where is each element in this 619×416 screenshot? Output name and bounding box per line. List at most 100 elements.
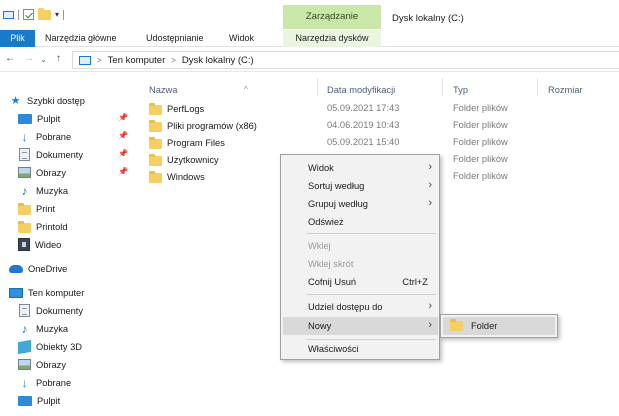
file-type: Folder plików	[453, 103, 508, 113]
pictures-icon	[18, 359, 31, 370]
file-date: 04.06.2019 10:43	[327, 120, 400, 130]
nav-item-label: Printold	[36, 221, 68, 232]
tab-share[interactable]: Udostępnianie	[146, 30, 204, 47]
nav-quick-access[interactable]: ★ Szybki dostęp	[9, 91, 85, 110]
menu-item-label: Wklej skrót	[308, 259, 354, 269]
table-row[interactable]: PerfLogs 05.09.2021 17:43 Folder plików	[149, 101, 619, 118]
folder-icon	[149, 154, 162, 166]
table-row[interactable]: Pliki programów (x86) 04.06.2019 10:43 F…	[149, 118, 619, 135]
folder-icon	[149, 137, 162, 149]
table-row[interactable]: Program Files 05.09.2021 15:40 Folder pl…	[149, 135, 619, 152]
menu-item-refresh[interactable]: Odśwież	[283, 213, 438, 231]
nav-pc-desktop[interactable]: Pulpit	[18, 391, 60, 410]
nav-pc-pictures[interactable]: Obrazy	[18, 355, 66, 374]
column-header-type[interactable]: Typ	[453, 85, 468, 95]
folder-icon	[149, 171, 162, 183]
pin-icon: 📌	[118, 113, 128, 122]
breadcrumb-local-disk[interactable]: Dysk lokalny (C:)	[182, 55, 254, 66]
nav-printold[interactable]: Printold	[18, 217, 68, 236]
menu-item-new[interactable]: Nowy ›	[283, 317, 438, 335]
column-header-name[interactable]: Nazwa ^	[149, 85, 248, 95]
menu-item-undo-delete[interactable]: Cofnij Usuń Ctrl+Z	[283, 273, 438, 291]
menu-item-label: Wklej	[308, 241, 331, 251]
nav-item-label: Obrazy	[36, 167, 66, 178]
tab-drive-tools[interactable]: Narzędzia dysków	[283, 30, 381, 47]
nav-item-label: Print	[36, 203, 56, 214]
menu-item-paste-shortcut[interactable]: Wklej skrót	[283, 255, 438, 273]
nav-videos[interactable]: Wideo	[18, 235, 61, 254]
column-divider[interactable]	[537, 78, 538, 96]
nav-pictures[interactable]: Obrazy	[18, 163, 66, 182]
ribbon-tab-bar: Plik Narzędzia główne Udostępnianie Wido…	[0, 30, 619, 47]
up-arrow-icon[interactable]: ↑	[56, 53, 61, 64]
nav-pc-documents[interactable]: Dokumenty	[18, 301, 83, 320]
music-icon: ♪	[21, 183, 28, 198]
nav-item-label: Wideo	[35, 239, 62, 250]
contextual-tab-group-header: Zarządzanie	[283, 5, 381, 29]
submenu-arrow-icon: ›	[428, 197, 432, 209]
folder-icon	[450, 319, 463, 331]
submenu-arrow-icon: ›	[428, 179, 432, 191]
file-type: Folder plików	[453, 171, 508, 181]
nav-onedrive[interactable]: OneDrive	[9, 259, 67, 278]
breadcrumb-this-pc[interactable]: Ten komputer	[108, 55, 166, 66]
folder-icon	[149, 103, 162, 115]
column-header-size[interactable]: Rozmiar	[548, 85, 583, 95]
file-name: PerfLogs	[167, 104, 205, 114]
back-arrow-icon[interactable]: ←	[5, 53, 15, 64]
sort-ascending-icon: ^	[244, 85, 248, 94]
tab-file[interactable]: Plik	[0, 30, 35, 47]
menu-item-properties[interactable]: Właściwości	[283, 340, 438, 358]
menu-item-label: Widok	[308, 163, 334, 173]
nav-item-label: Muzyka	[36, 185, 69, 196]
file-name: Pliki programów (x86)	[167, 121, 257, 131]
nav-this-pc[interactable]: Ten komputer	[9, 283, 84, 302]
menu-item-label: Grupuj według	[308, 199, 368, 209]
new-folder-icon[interactable]	[38, 7, 51, 20]
tab-view[interactable]: Widok	[229, 30, 254, 47]
file-name: Użytkownicy	[167, 155, 219, 165]
nav-print[interactable]: Print	[18, 199, 55, 218]
nav-downloads[interactable]: ↓ Pobrane	[18, 127, 72, 146]
customize-toolbar-dropdown-icon[interactable]: ▾	[55, 10, 59, 19]
computer-icon[interactable]	[3, 10, 14, 19]
menu-item-view[interactable]: Widok ›	[283, 159, 438, 177]
menu-item-label: Cofnij Usuń	[308, 277, 357, 287]
column-divider[interactable]	[442, 78, 443, 96]
forward-arrow-icon[interactable]: →	[24, 53, 34, 64]
breadcrumb-separator-icon[interactable]: >	[97, 56, 102, 65]
nav-pc-music[interactable]: ♪ Muzyka	[18, 319, 69, 338]
desktop-icon	[18, 395, 32, 406]
breadcrumb-separator-icon[interactable]: >	[171, 56, 176, 65]
tab-home[interactable]: Narzędzia główne	[45, 30, 117, 47]
menu-item-paste[interactable]: Wklej	[283, 237, 438, 255]
nav-pc-downloads[interactable]: ↓ Pobrane	[18, 373, 72, 392]
menu-item-give-access[interactable]: Udziel dostępu do ›	[283, 298, 438, 316]
nav-pc-3d-objects[interactable]: Obiekty 3D	[18, 337, 82, 356]
menu-item-group-by[interactable]: Grupuj według ›	[283, 195, 438, 213]
new-submenu: Folder	[440, 314, 558, 338]
navigation-pane: ★ Szybki dostęp Pulpit 📌 ↓ Pobrane 📌 Dok…	[0, 73, 137, 416]
column-divider[interactable]	[317, 78, 318, 96]
nav-item-label: OneDrive	[28, 263, 68, 274]
file-date: 05.09.2021 15:40	[327, 137, 400, 147]
nav-desktop[interactable]: Pulpit	[18, 109, 60, 128]
nav-item-label: Pobrane	[36, 131, 72, 142]
menu-item-label: Nowy	[308, 321, 332, 331]
address-box[interactable]: > Ten komputer > Dysk lokalny (C:)	[72, 51, 619, 69]
column-header-date[interactable]: Data modyfikacji	[327, 85, 395, 95]
menu-item-new-folder[interactable]: Folder	[443, 317, 555, 335]
nav-documents[interactable]: Dokumenty	[18, 145, 83, 164]
menu-separator	[306, 233, 436, 234]
properties-check-icon[interactable]	[23, 9, 34, 20]
recent-locations-chevron-icon[interactable]: ⌄	[40, 55, 47, 64]
nav-music[interactable]: ♪ Muzyka	[18, 181, 69, 200]
file-type: Folder plików	[453, 154, 508, 164]
menu-item-sort-by[interactable]: Sortuj według ›	[283, 177, 438, 195]
nav-item-label: Dokumenty	[36, 305, 84, 316]
folder-icon	[149, 120, 162, 132]
nav-item-label: Szybki dostęp	[27, 95, 85, 106]
menu-item-label: Udziel dostępu do	[308, 302, 383, 312]
download-icon: ↓	[21, 129, 28, 144]
context-menu: Widok › Sortuj według › Grupuj według › …	[280, 154, 440, 360]
